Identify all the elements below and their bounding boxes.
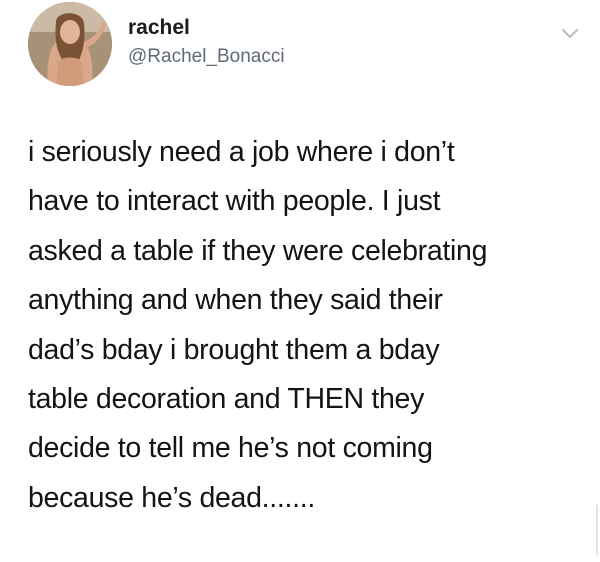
tweet-line: have to interact with people. I just — [28, 185, 441, 218]
tweet-card: rachel @Rachel_Bonacci i seriously need … — [0, 0, 600, 562]
tweet-line: decide to tell me he’s not coming — [28, 432, 433, 465]
avatar-image — [28, 2, 112, 86]
tweet-line: dad’s bday i brought them a bday — [28, 333, 440, 366]
tweet-text: i seriously need a job where i don’t hav… — [28, 128, 588, 523]
user-handle[interactable]: @Rachel_Bonacci — [128, 46, 285, 68]
tweet-line: because he’s dead....... — [28, 481, 315, 514]
tweet-line: table decoration and THEN they — [28, 383, 425, 416]
user-names: rachel @Rachel_Bonacci — [128, 16, 285, 68]
tweet-line: anything and when they said their — [28, 284, 443, 317]
edge-divider — [596, 505, 598, 555]
chevron-down-icon[interactable] — [560, 26, 580, 40]
display-name[interactable]: rachel — [128, 16, 285, 40]
tweet-line: i seriously need a job where i don’t — [28, 136, 455, 168]
avatar[interactable] — [28, 2, 112, 86]
tweet-line: asked a table if they were celebrating — [28, 234, 488, 267]
tweet-header: rachel @Rachel_Bonacci — [28, 0, 588, 100]
